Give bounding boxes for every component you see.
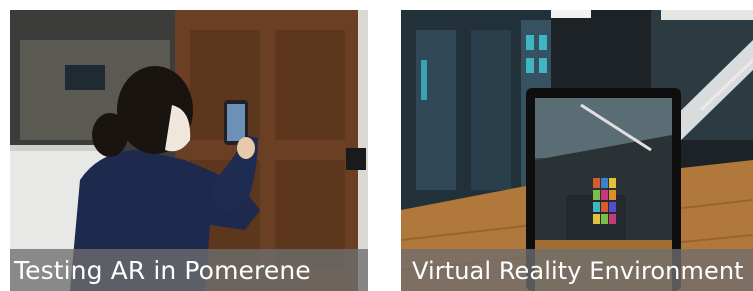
photo-panel-vr-environment: Virtual Reality Environment [401, 10, 753, 291]
caption-bar: Testing AR in Pomerene [10, 249, 368, 291]
caption-vr-environment: Virtual Reality Environment [412, 257, 744, 285]
image-pair: Testing AR in Pomerene Virtual Reality E… [0, 0, 753, 291]
caption-ar-testing: Testing AR in Pomerene [14, 256, 311, 285]
caption-bar: Virtual Reality Environment [401, 249, 753, 291]
photo-panel-ar-testing: Testing AR in Pomerene [10, 10, 368, 291]
